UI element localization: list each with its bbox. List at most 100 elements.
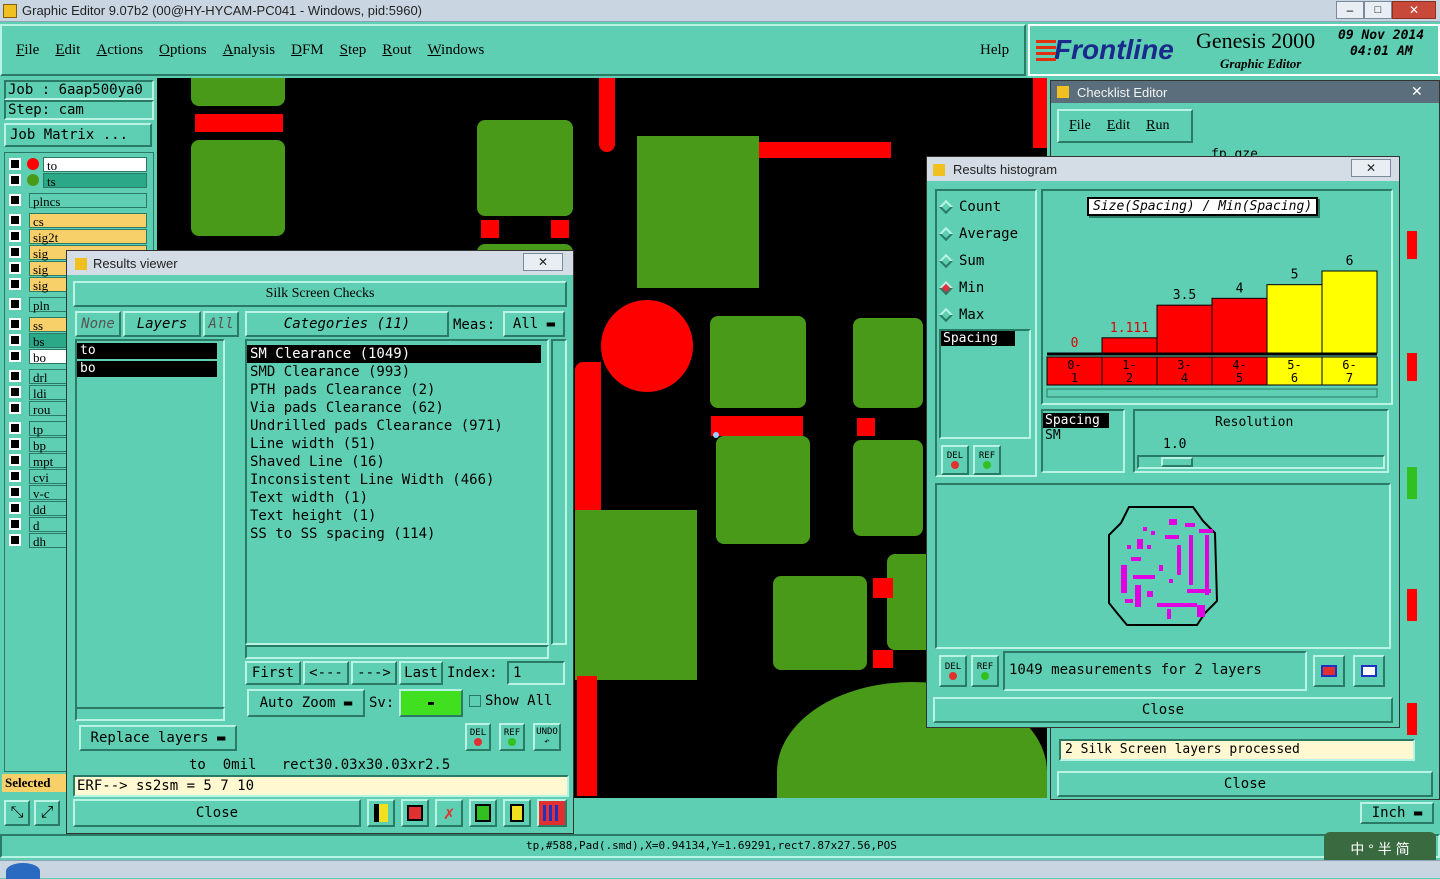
category-item[interactable]: Line width (51)	[247, 435, 547, 453]
category-item[interactable]: Undrilled pads Clearance (971)	[247, 417, 547, 435]
highlight-icon[interactable]	[401, 799, 429, 827]
auto-zoom-dropdown[interactable]: Auto Zoom ▬	[247, 689, 365, 717]
viewer-ref-button[interactable]: REF	[499, 723, 525, 751]
erase-icon[interactable]: ✗	[435, 799, 463, 827]
menu-step[interactable]: Step	[340, 42, 367, 59]
category-item[interactable]: Inconsistent Line Width (466)	[247, 471, 547, 489]
layer-checkbox[interactable]	[9, 262, 21, 274]
first-button[interactable]: First	[245, 661, 301, 685]
viewer-close-button[interactable]: Close	[73, 799, 361, 827]
spacing-list-item[interactable]: Spacing	[1043, 413, 1109, 428]
layer-checkbox[interactable]	[9, 438, 21, 450]
all-layers-button[interactable]: All	[203, 311, 239, 337]
layer-checkbox[interactable]	[9, 470, 21, 482]
layer-item[interactable]: sig2t	[29, 229, 147, 245]
mode-radio-average[interactable]: Average	[938, 226, 1018, 242]
layer-item[interactable]: ts	[43, 173, 147, 189]
layer-item[interactable]: to	[43, 157, 147, 173]
histogram-ref-button[interactable]: REF	[973, 445, 1001, 475]
category-item[interactable]: Shaved Line (16)	[247, 453, 547, 471]
resolution-slider[interactable]	[1137, 455, 1385, 469]
layer-checkbox[interactable]	[9, 298, 21, 310]
measure-icon[interactable]	[367, 799, 395, 827]
menu-rout[interactable]: Rout	[382, 42, 411, 59]
layer-checkbox[interactable]	[9, 174, 21, 186]
zoom-fit-icon[interactable]: ⤡	[4, 800, 30, 826]
layer-checkbox[interactable]	[9, 230, 21, 242]
menu-file[interactable]: File	[16, 42, 39, 59]
layer-checkbox[interactable]	[9, 502, 21, 514]
maximize-button[interactable]: □	[1364, 1, 1392, 19]
category-item[interactable]: SS to SS spacing (114)	[247, 525, 547, 543]
category-item[interactable]: Text width (1)	[247, 489, 547, 507]
layer-checkbox[interactable]	[9, 486, 21, 498]
meas-dropdown[interactable]: All ▬	[503, 311, 565, 337]
menu-analysis[interactable]: Analysis	[223, 42, 276, 59]
layer-checkbox[interactable]	[9, 402, 21, 414]
resolution-slider-thumb[interactable]	[1161, 457, 1193, 467]
layer-checkbox[interactable]	[9, 422, 21, 434]
viewer-del-button[interactable]: DEL	[465, 723, 491, 751]
categories-button[interactable]: Categories (11)	[245, 311, 449, 337]
zoom-area-icon[interactable]: ⤢	[34, 800, 60, 826]
histogram-icon[interactable]	[537, 799, 567, 827]
layer-checkbox[interactable]	[9, 370, 21, 382]
category-item[interactable]: PTH pads Clearance (2)	[247, 381, 547, 399]
menu-options[interactable]: Options	[159, 42, 207, 59]
minimize-button[interactable]: –	[1336, 1, 1364, 19]
result-layer-item[interactable]: to	[77, 343, 217, 359]
layer-checkbox[interactable]	[9, 214, 21, 226]
category-list-hscroll[interactable]	[245, 645, 549, 659]
menu-dfm[interactable]: DFM	[291, 42, 324, 59]
export-icon[interactable]	[1353, 655, 1385, 687]
show-all-checkbox[interactable]	[469, 695, 481, 707]
category-list-vscroll[interactable]	[551, 339, 567, 645]
mode-radio-count[interactable]: Count	[938, 199, 1001, 215]
menu-windows[interactable]: Windows	[427, 42, 484, 59]
layer-checkbox[interactable]	[9, 454, 21, 466]
menu-actions[interactable]: Actions	[96, 42, 143, 59]
histogram-list-item[interactable]: Spacing	[941, 331, 1015, 346]
histogram-close-button[interactable]: Close	[933, 697, 1393, 723]
category-item[interactable]: SM Clearance (1049)	[247, 345, 541, 363]
layer-checkbox[interactable]	[9, 246, 21, 258]
layer-checkbox[interactable]	[9, 318, 21, 330]
checklist-menu-edit[interactable]: Edit	[1107, 118, 1130, 134]
sv-color-dropdown[interactable]: ▬	[399, 689, 463, 717]
report-icon[interactable]	[1313, 655, 1345, 687]
result-layer-item[interactable]: bo	[77, 361, 217, 377]
histogram-close-icon[interactable]: ✕	[1351, 159, 1391, 177]
layer-item[interactable]: plncs	[29, 193, 147, 209]
notes-icon[interactable]	[503, 799, 531, 827]
help-menu[interactable]: Help	[980, 42, 1009, 59]
spacing-list-item[interactable]: SM	[1043, 428, 1123, 443]
category-item[interactable]: Text height (1)	[247, 507, 547, 525]
layer-checkbox[interactable]	[9, 334, 21, 346]
index-input[interactable]: 1	[507, 661, 565, 685]
layer-checkbox[interactable]	[9, 518, 21, 530]
prev-button[interactable]: <---	[303, 661, 349, 685]
checklist-close-button[interactable]: Close	[1057, 771, 1433, 797]
last-button[interactable]: Last	[399, 661, 443, 685]
mode-radio-sum[interactable]: Sum	[938, 253, 984, 269]
units-dropdown[interactable]: Inch ▬	[1360, 802, 1434, 824]
report-green-icon[interactable]	[469, 799, 497, 827]
checklist-close-icon[interactable]: ✕	[1411, 83, 1423, 100]
histogram-del-button[interactable]: DEL	[941, 445, 969, 475]
next-button[interactable]: --->	[351, 661, 397, 685]
mode-radio-max[interactable]: Max	[938, 307, 984, 323]
layer-checkbox[interactable]	[9, 194, 21, 206]
checklist-menu-file[interactable]: File	[1069, 118, 1091, 134]
replace-layers-dropdown[interactable]: Replace layers ▬	[79, 725, 237, 751]
viewer-undo-button[interactable]: UNDO ↶	[533, 723, 561, 751]
job-matrix-button[interactable]: Job Matrix ...	[4, 123, 152, 147]
viewer-close-icon[interactable]: ✕	[523, 253, 563, 271]
category-item[interactable]: Via pads Clearance (62)	[247, 399, 547, 417]
layer-list-hscroll[interactable]	[75, 707, 225, 721]
category-item[interactable]: SMD Clearance (993)	[247, 363, 547, 381]
close-button[interactable]: ✕	[1392, 1, 1436, 19]
menu-edit[interactable]: Edit	[55, 42, 80, 59]
layers-button[interactable]: Layers	[123, 311, 201, 337]
none-button[interactable]: None	[75, 311, 121, 337]
layer-checkbox[interactable]	[9, 350, 21, 362]
